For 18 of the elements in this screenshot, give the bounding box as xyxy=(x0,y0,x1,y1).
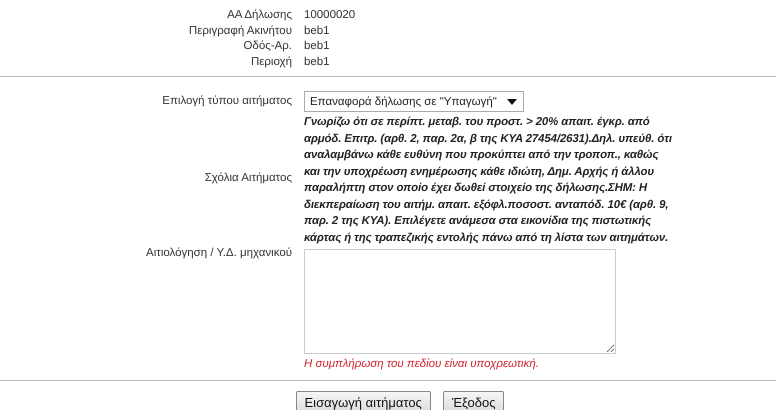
field-value: beb1 xyxy=(304,56,330,68)
field-value: beb1 xyxy=(304,24,330,36)
field-value: 10000020 xyxy=(304,9,356,21)
field-label: Περιγραφή Ακινήτου xyxy=(188,24,292,38)
comment-text: Γνωρίζω ότι σε περίπτ. μεταβ. του προστ. > 20% απαιτ. έγκρ. από αρμόδ. Επιτρ. (αρθ. 2, παρ. 2α, β της ΚΥΑ 27454/2631).Δηλ. υπεύθ. ότι αναλαμβάνω κάθε ευθύνη που προκύπτει από την τροποπ., καθώς και την υποχρέωση ενημέρωσης κάθε ιδιώτη, Δημ. Αρχής ή άλλου παραλήπτη στον οποίο έχει δωθεί στοιχείο της δήλωσης.ΣΗΜ: Η διεκπεραίωση του αιτήμ. απαιτ. εξόφλ.ποσοστ. ανταπόδ. 10€ (αρθ. 9, παρ. 2 της ΚΥΑ). Επιλέγετε ανάμεσα στα εικονίδια της πιστωτικής κάρτας ή της τραπεζικής εντολής πάνω από τη λίστα των αιτημάτων. xyxy=(304,115,673,246)
field-label: ΑΑ Δήλωσης xyxy=(227,8,292,23)
field-label: Σχόλια Αιτήματος xyxy=(204,171,292,186)
form-button[interactable]: Εισαγωγή αιτήματος xyxy=(296,391,431,410)
request-type-dropdown[interactable]: Επαναφορά δήλωσης σε "Υπαγωγή" xyxy=(304,91,524,112)
field-label: Επιλογή τύπου αιτήματος xyxy=(162,94,292,109)
field-label: Οδός-Αρ. xyxy=(243,39,292,54)
field-label: Αιτιολόγηση / Υ.Δ. μηχανικού xyxy=(146,246,292,261)
field-label: Περιοχή xyxy=(250,54,292,70)
justification-field[interactable] xyxy=(304,249,616,354)
form-button[interactable]: Έξοδος xyxy=(442,391,504,410)
error-message: Η συμπλήρωση του πεδίου είναι υποχρεωτική. xyxy=(304,358,540,370)
field-value: beb1 xyxy=(304,40,330,52)
caret-icon xyxy=(506,98,517,104)
